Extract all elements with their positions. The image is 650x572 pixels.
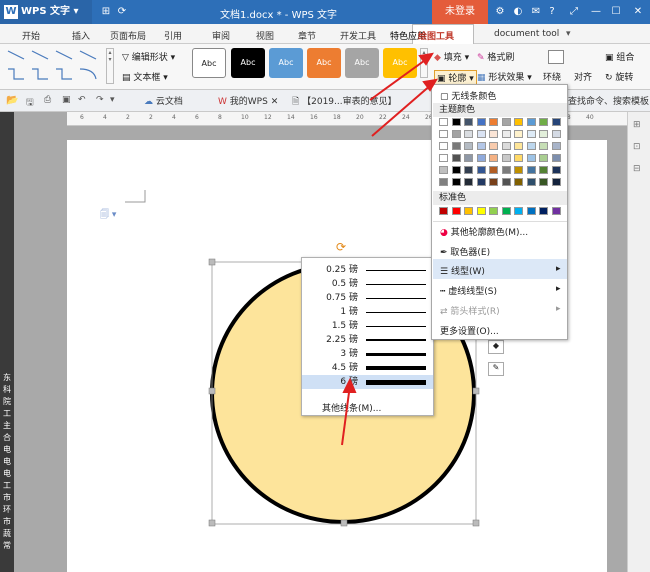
- annotation-arrows: [0, 0, 650, 572]
